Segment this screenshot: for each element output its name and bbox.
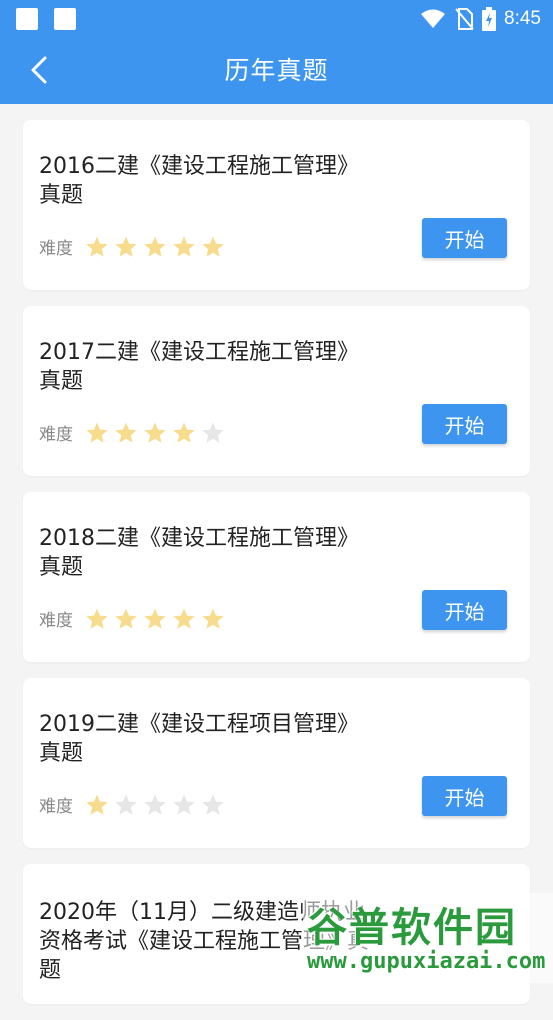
paper-card[interactable]: 2018二建《建设工程施工管理》真题难度 开始: [23, 492, 530, 662]
star-empty-icon: [115, 794, 137, 815]
watermark: 谷普软件园 www.gupuxiazai.com: [303, 893, 553, 983]
start-button[interactable]: 开始: [422, 218, 507, 258]
difficulty-label: 难度: [39, 611, 73, 631]
difficulty-rating: [85, 421, 225, 445]
paper-title: 2017二建《建设工程施工管理》真题: [39, 340, 359, 394]
star-filled-icon: [173, 236, 195, 257]
status-icons: 8:45: [420, 6, 541, 32]
star-filled-icon: [144, 236, 166, 257]
no-sim-icon: [455, 8, 474, 30]
star-filled-icon: [86, 236, 108, 257]
clock: 8:45: [504, 8, 541, 29]
paper-card[interactable]: 2019二建《建设工程项目管理》真题难度 开始: [23, 678, 530, 848]
battery-charging-icon: [482, 7, 497, 31]
difficulty-label: 难度: [39, 239, 73, 259]
star-empty-icon: [202, 422, 224, 443]
difficulty-rating: [85, 235, 225, 259]
star-filled-icon: [144, 422, 166, 443]
paper-list: 2016二建《建设工程施工管理》真题 难度 开始 2017二建《建设工程施工管理》真题…: [23, 120, 530, 1020]
paper-card[interactable]: 2017二建《建设工程施工管理》真题难度 开始: [23, 306, 530, 476]
watermark-url: www.gupuxiazai.com: [307, 949, 546, 974]
difficulty-rating: [85, 793, 225, 817]
notification-square-icon: [16, 8, 38, 30]
difficulty-label: 难度: [39, 425, 73, 445]
star-filled-icon: [173, 608, 195, 629]
wifi-icon: [421, 9, 446, 28]
status-bar: 8:45: [0, 0, 553, 38]
difficulty-label: 难度: [39, 797, 73, 817]
star-filled-icon: [115, 236, 137, 257]
start-button[interactable]: 开始: [422, 776, 507, 816]
star-filled-icon: [86, 794, 108, 815]
watermark-logo-text: 谷普软件园: [307, 905, 517, 951]
star-empty-icon: [144, 794, 166, 815]
difficulty-rating: [85, 607, 225, 631]
notification-square-icon: [54, 8, 76, 30]
star-filled-icon: [144, 608, 166, 629]
paper-title: 2019二建《建设工程项目管理》真题: [39, 712, 359, 766]
star-filled-icon: [115, 422, 137, 443]
difficulty-row: 难度: [39, 420, 225, 445]
star-filled-icon: [202, 236, 224, 257]
paper-card[interactable]: 2016二建《建设工程施工管理》真题难度 开始: [23, 120, 530, 290]
star-filled-icon: [173, 422, 195, 443]
difficulty-row: 难度: [39, 234, 225, 259]
start-button[interactable]: 开始: [422, 590, 507, 630]
paper-title: 2016二建《建设工程施工管理》真题: [39, 154, 359, 208]
paper-title: 2018二建《建设工程施工管理》真题: [39, 526, 359, 580]
app-bar: 历年真题: [0, 38, 553, 104]
star-filled-icon: [202, 608, 224, 629]
star-filled-icon: [86, 422, 108, 443]
star-filled-icon: [86, 608, 108, 629]
page-title: 历年真题: [224, 56, 329, 85]
start-button[interactable]: 开始: [422, 404, 507, 444]
difficulty-row: 难度: [39, 792, 225, 817]
star-empty-icon: [173, 794, 195, 815]
star-filled-icon: [115, 608, 137, 629]
difficulty-row: 难度: [39, 606, 225, 631]
star-empty-icon: [202, 794, 224, 815]
